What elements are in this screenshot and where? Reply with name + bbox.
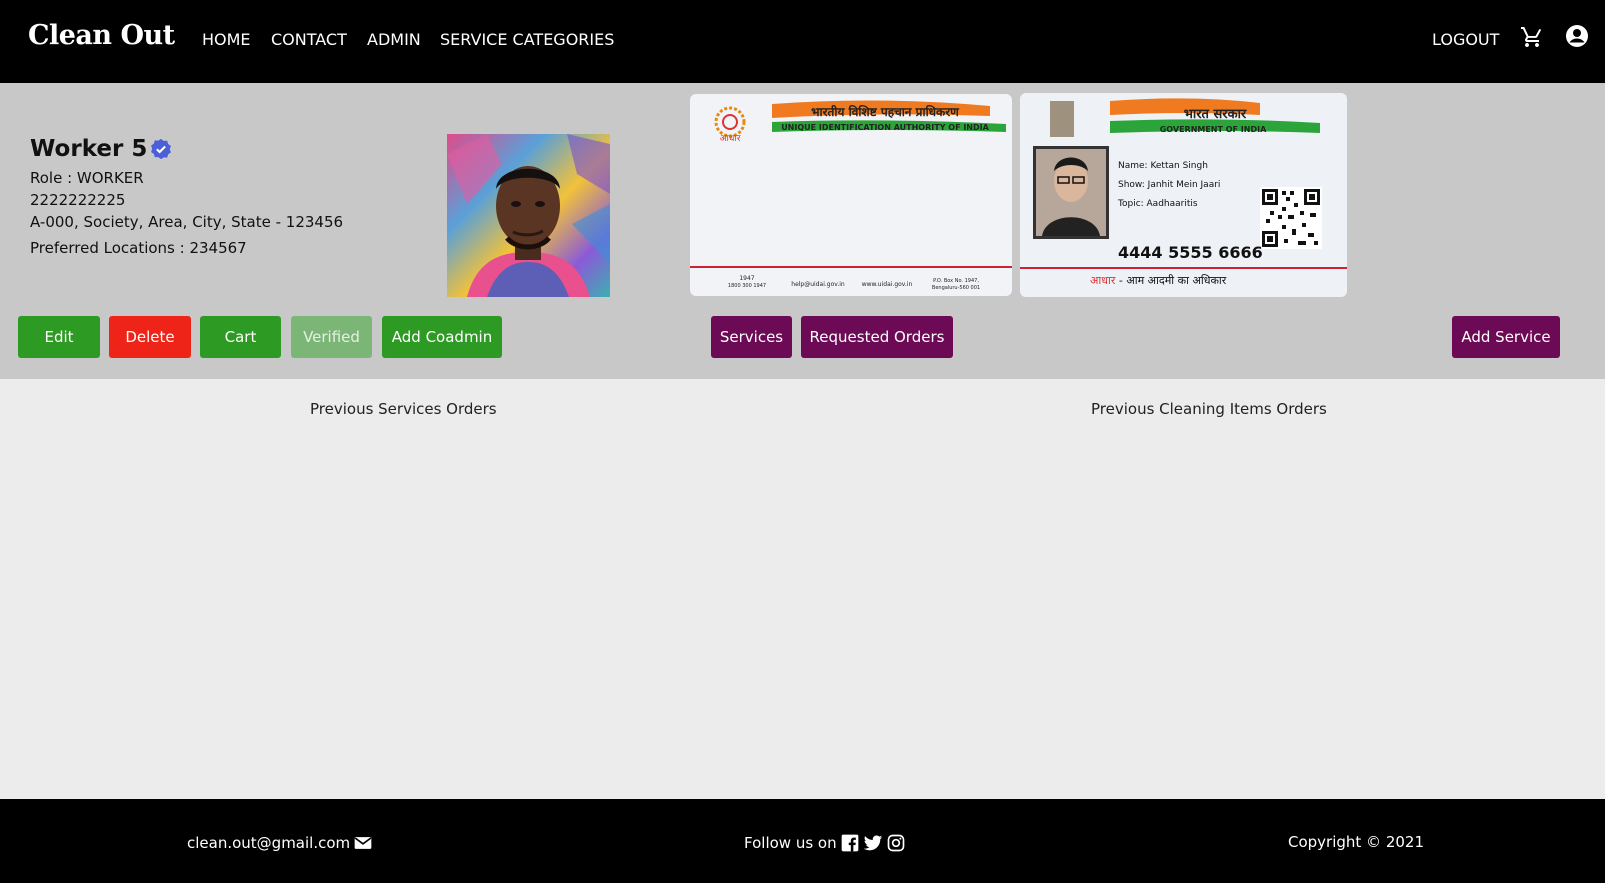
worker-name-row: Worker 5 [30,136,172,162]
id-name: Name: Kettan Singh [1118,161,1208,171]
brand-logo[interactable]: Clean Out [28,20,175,51]
previous-services-orders-heading: Previous Services Orders [310,400,497,418]
instagram-icon[interactable] [886,833,906,853]
nav-admin[interactable]: ADMIN [367,30,421,49]
uidai-phone: 1947 [739,275,754,282]
nav-contact[interactable]: CONTACT [271,30,347,49]
uidai-email: help@uidai.gov.in [791,281,845,288]
id-footer-tagline: - आम आदमी का अधिकार [1115,274,1226,287]
worker-name: Worker 5 [30,136,148,162]
worker-role: Role : WORKER [30,169,144,187]
verified-button[interactable]: Verified [291,316,372,358]
goi-title-en: GOVERNMENT OF INDIA [1160,125,1267,134]
uidai-pobox-1: P.O. Box No. 1947, [933,278,979,284]
uidai-pobox-2: Bengaluru-560 001 [932,285,980,291]
id-show: Show: Janhit Mein Jaari [1118,180,1220,190]
uidai-web: www.uidai.gov.in [862,281,913,288]
worker-address: A-000, Society, Area, City, State - 1234… [30,213,344,231]
uidai-title-en: UNIQUE IDENTIFICATION AUTHORITY OF INDIA [781,123,989,132]
add-service-button[interactable]: Add Service [1452,316,1560,358]
footer-follow: Follow us on [744,833,906,853]
twitter-icon[interactable] [863,833,883,853]
id-card-back-image: आधार भारतीय विशिष्ट पहचान प्राधिकरण UNIQ… [690,94,1012,296]
add-coadmin-button[interactable]: Add Coadmin [382,316,502,358]
worker-phone: 2222222225 [30,191,126,209]
cart-button[interactable]: Cart [200,316,281,358]
previous-cleaning-items-orders-heading: Previous Cleaning Items Orders [1091,400,1327,418]
svg-text:आधार - आम आदमी का अधिकार: आधार - आम आदमी का अधिकार [1090,274,1227,287]
id-footer-aadhaar: आधार [1090,274,1116,287]
mail-icon [354,837,372,849]
worker-avatar [447,134,610,297]
id-number: 4444 5555 6666 [1118,243,1263,262]
worker-preferred-locations: Preferred Locations : 234567 [30,239,247,257]
nav-service-categories[interactable]: SERVICE CATEGORIES [440,30,614,49]
cart-icon[interactable] [1520,25,1544,49]
services-button[interactable]: Services [711,316,792,358]
profile-section: Worker 5 Role : WORKER 2222222225 A-000,… [0,83,1605,379]
account-icon[interactable] [1565,24,1589,48]
verified-badge-icon [151,138,172,160]
navbar: Clean Out HOME CONTACT ADMIN SERVICE CAT… [0,0,1605,83]
footer-email[interactable]: clean.out@gmail.com [187,833,373,853]
uidai-title-hi: भारतीय विशिष्ट पहचान प्राधिकरण [811,105,960,119]
facebook-icon[interactable] [840,833,860,853]
requested-orders-button[interactable]: Requested Orders [801,316,953,358]
footer-follow-text: Follow us on [744,834,837,852]
id-topic: Topic: Aadhaaritis [1117,199,1198,209]
uidai-phone-alt: 1800 300 1947 [728,283,766,289]
footer-copyright: Copyright © 2021 [1288,833,1425,851]
edit-button[interactable]: Edit [18,316,100,358]
footer-email-text: clean.out@gmail.com [187,834,351,852]
nav-home[interactable]: HOME [202,30,251,49]
aadhaar-logo-text: आधार [720,134,741,144]
footer: clean.out@gmail.com Follow us on Copyrig… [0,799,1605,883]
nav-logout[interactable]: LOGOUT [1432,30,1499,49]
id-card-front-image: भारत सरकार GOVERNMENT OF INDIA Name: Ket… [1020,93,1347,297]
goi-title-hi: भारत सरकार [1184,107,1247,122]
delete-button[interactable]: Delete [109,316,191,358]
